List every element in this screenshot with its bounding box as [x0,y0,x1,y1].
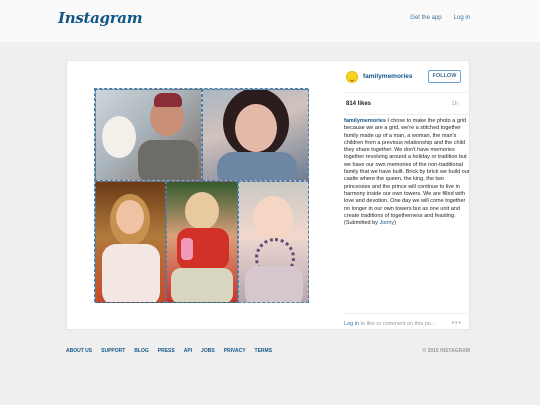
footer-link-privacy[interactable]: PRIVACY [224,348,246,354]
get-the-app-link[interactable]: Get the app [410,15,441,21]
shirt-shape [138,140,198,180]
collage-photo-girl-smiling [95,181,166,303]
login-prompt: Log in to like or comment on this po... [344,321,435,327]
follow-button[interactable]: FOLLOW [428,70,461,83]
post-stats: 814 likes 1h [344,93,470,115]
copyright: © 2015 INSTAGRAM [422,348,471,354]
instagram-logo[interactable]: Instagram [58,9,143,27]
dog-shape [102,116,136,158]
toddler-outfit-shape [245,266,303,302]
red-hat-shape [154,93,182,107]
footer-link-terms[interactable]: TERMS [255,348,273,354]
likes-count: 814 likes [346,101,372,107]
footer-link-press[interactable]: PRESS [158,348,175,354]
post-caption: familymemories I chose to make the photo… [344,118,470,227]
photo-collage [94,88,309,303]
collage-photo-man-and-dog [95,89,202,181]
collage-photo-woman [202,89,309,181]
floral-skirt-shape [171,268,233,302]
footer-link-jobs[interactable]: JOBS [201,348,215,354]
footer-link-api[interactable]: API [184,348,192,354]
caption-text: I chose to make the photo a grid because… [344,118,470,227]
page-footer: ABOUT US SUPPORT BLOG PRESS API JOBS PRI… [66,348,470,358]
pink-cup-shape [181,238,193,260]
footer-link-about-us[interactable]: ABOUT US [66,348,92,354]
login-link[interactable]: Log in [454,15,470,21]
footer-link-support[interactable]: SUPPORT [101,348,125,354]
login-prompt-text: to like or comment on this po... [359,321,436,327]
caption-username[interactable]: familymemories [344,118,386,124]
top-navigation-bar: Instagram Get the app Log in [0,0,540,42]
denim-jacket-shape [217,152,297,180]
girl-face-shape [116,200,144,234]
post-footer: Log in to like or comment on this po... … [344,313,470,327]
collage-photo-child-with-cup [166,181,238,303]
woman-face-shape [235,104,277,152]
post-age[interactable]: 1h [451,101,458,107]
toddler-face-shape [253,196,293,240]
post-username[interactable]: familymemories [363,73,413,80]
footer-links: ABOUT US SUPPORT BLOG PRESS API JOBS PRI… [66,348,272,354]
caption-end: ) [394,220,396,227]
post-sidebar: familymemories FOLLOW 814 likes 1h famil… [344,61,470,329]
post-header: familymemories FOLLOW [344,61,470,93]
post-card: familymemories FOLLOW 814 likes 1h famil… [66,60,470,330]
collage-photo-toddler-with-beads [238,181,309,303]
more-options-icon[interactable]: ••• [452,320,462,327]
post-photo[interactable] [67,61,335,329]
avatar[interactable] [346,71,358,83]
white-shirt-shape [102,244,160,302]
footer-link-blog[interactable]: BLOG [134,348,148,354]
caption-mention[interactable]: Jonny [379,220,394,226]
login-to-like-link[interactable]: Log in [344,321,359,327]
top-links: Get the app Log in [410,15,470,21]
child-face-shape [185,192,219,230]
